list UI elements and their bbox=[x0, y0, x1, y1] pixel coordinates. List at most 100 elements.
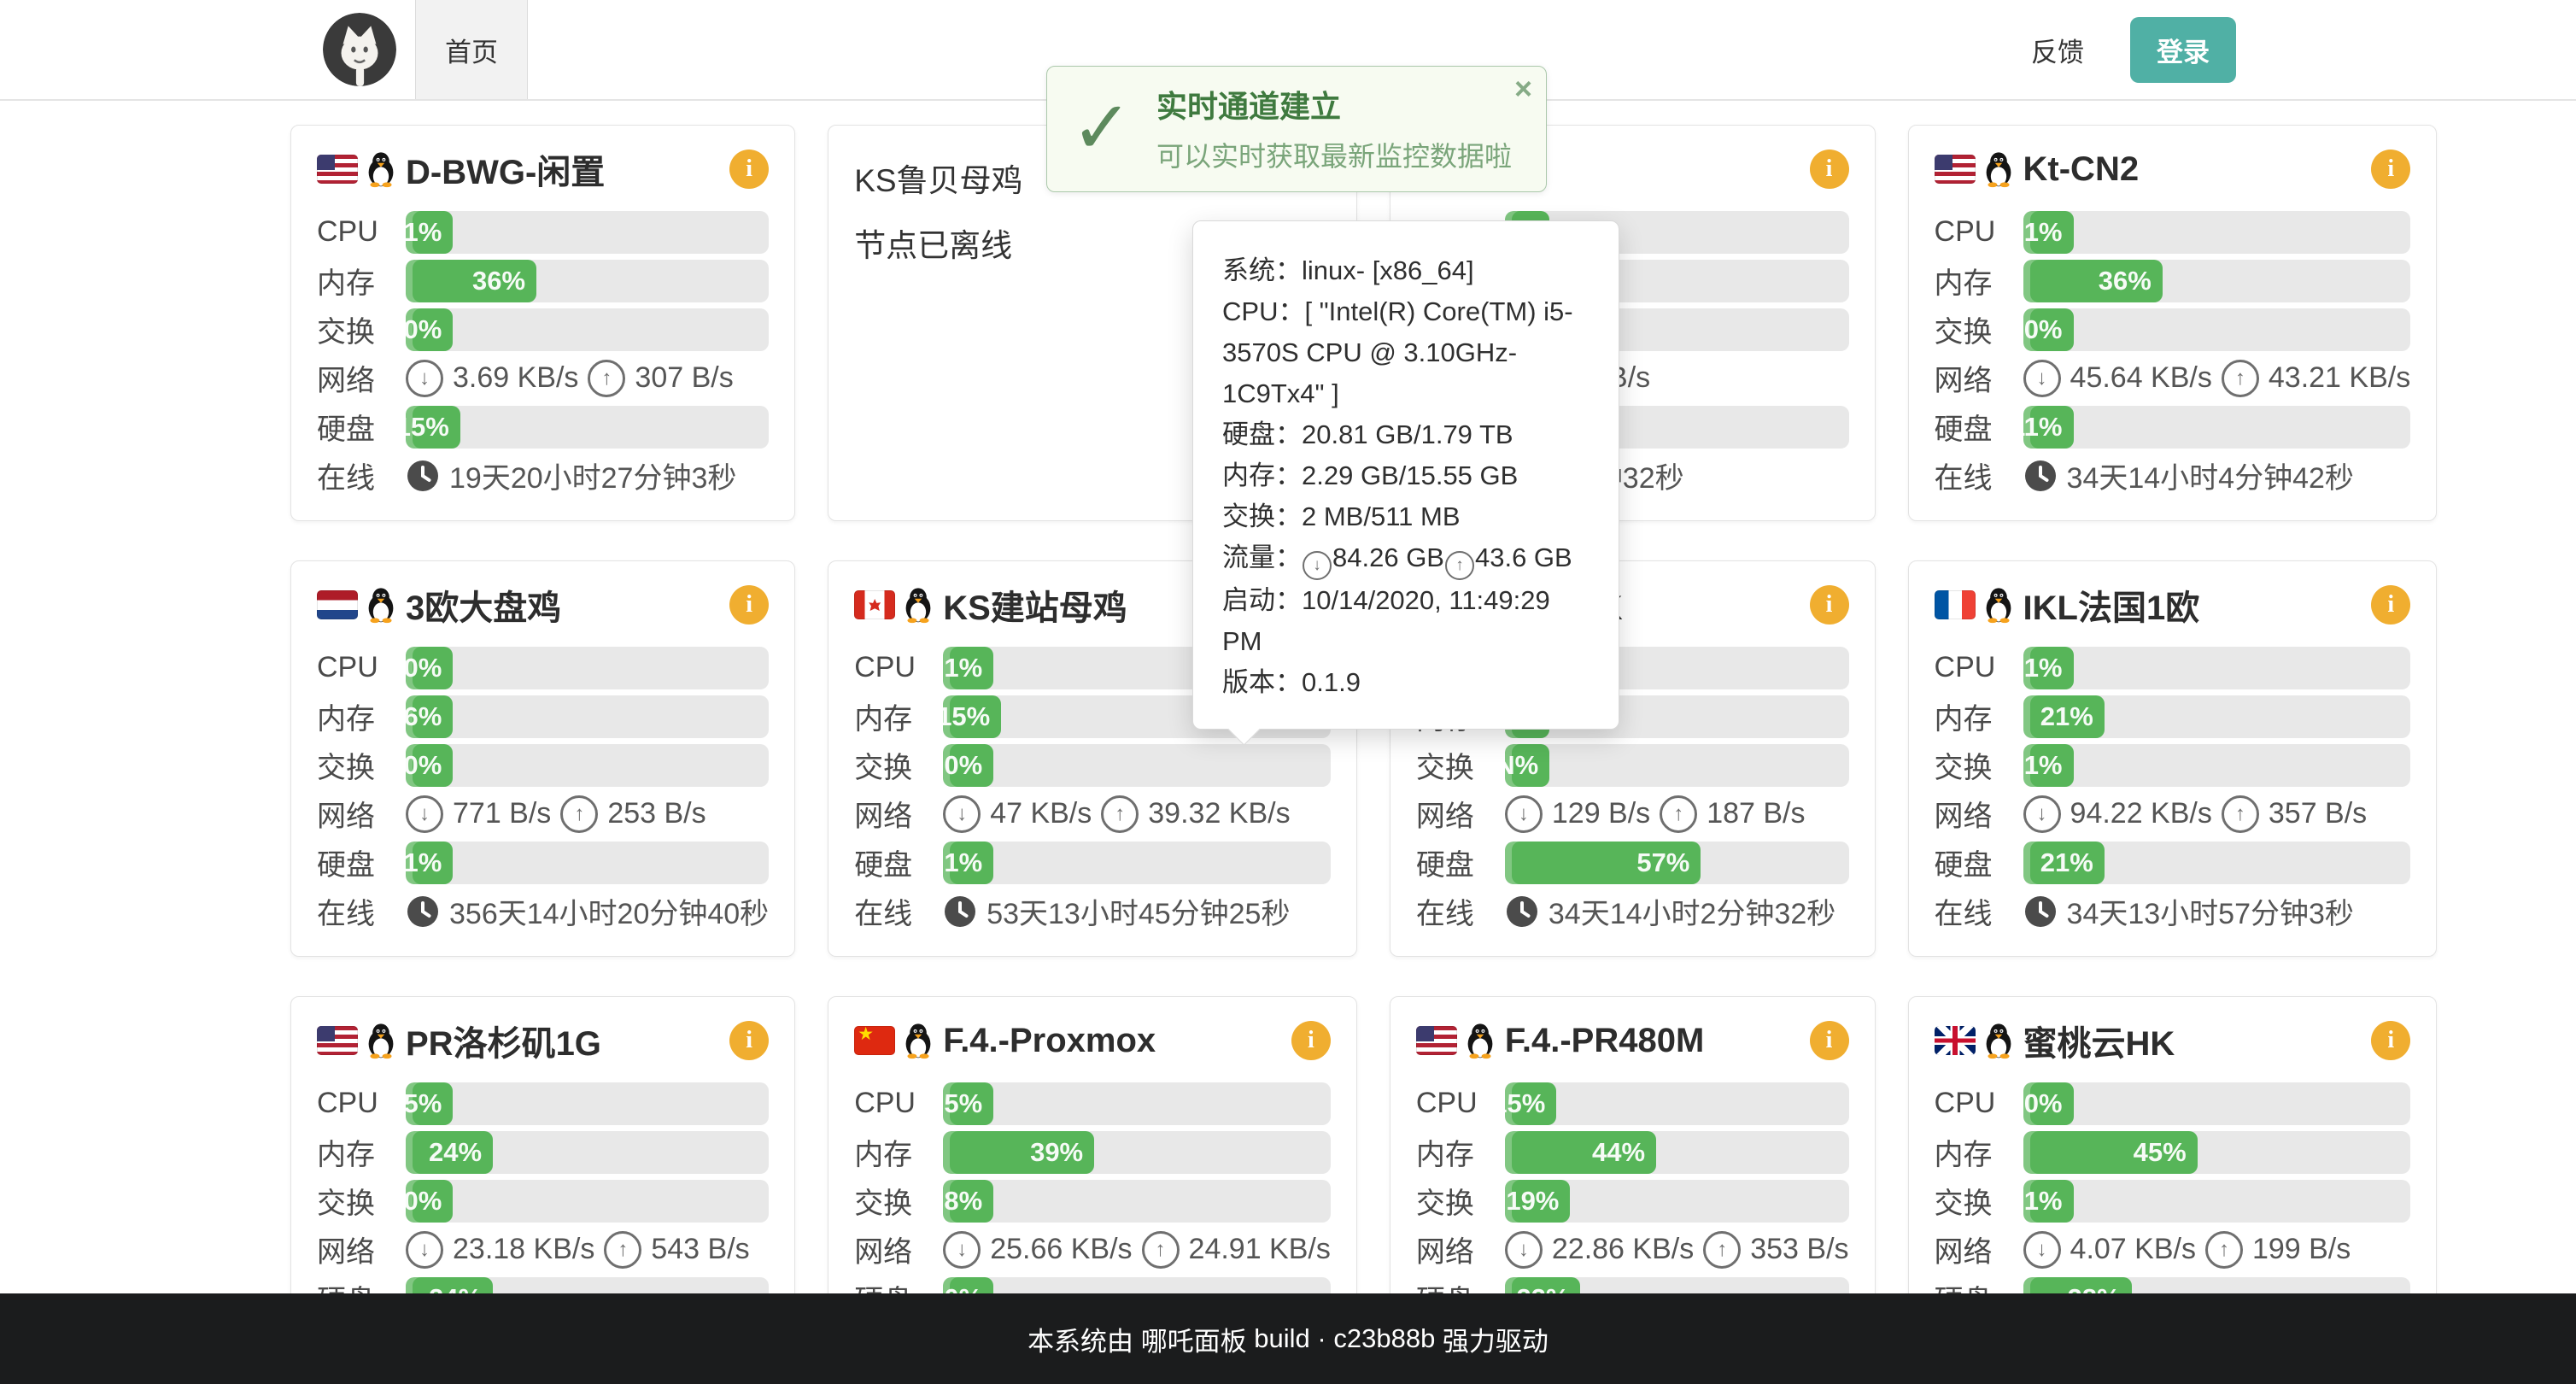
memory-label: 内存 bbox=[854, 695, 943, 737]
disk-progress-bar: 11% bbox=[2023, 406, 2411, 449]
info-icon[interactable]: i bbox=[2371, 1021, 2410, 1060]
close-icon[interactable]: × bbox=[1514, 73, 1532, 104]
info-icon[interactable]: i bbox=[729, 150, 769, 189]
logo-avatar[interactable] bbox=[323, 13, 396, 86]
cpu-percent: 1% bbox=[406, 217, 442, 248]
upload-speed: 543 B/s bbox=[651, 1233, 749, 1266]
disk-label: 硬盘 bbox=[854, 842, 943, 883]
network-row: 网络 ↓ 771 B/s ↑ 253 B/s bbox=[317, 789, 769, 838]
network-label: 网络 bbox=[317, 1229, 406, 1270]
country-flag-icon bbox=[1935, 155, 1976, 184]
disk-percent: 21% bbox=[2040, 847, 2093, 878]
disk-percent: 57% bbox=[1636, 847, 1689, 878]
cpu-label: CPU bbox=[317, 1087, 406, 1120]
cpu-label: CPU bbox=[854, 1087, 943, 1120]
online-row: 在线 34天14小时4分钟42秒 bbox=[1935, 451, 2411, 500]
server-name: 3欧大盘鸡 bbox=[406, 580, 729, 630]
login-button[interactable]: 登录 bbox=[2130, 17, 2236, 83]
memory-row: 内存 24% bbox=[317, 1128, 769, 1176]
network-label: 网络 bbox=[854, 793, 943, 835]
tab-home[interactable]: 首页 bbox=[415, 0, 528, 99]
cpu-percent: 5% bbox=[944, 1088, 982, 1119]
country-flag-icon bbox=[317, 590, 358, 619]
upload-arrow-icon: ↑ bbox=[1445, 551, 1474, 580]
cpu-percent: 1% bbox=[2024, 217, 2063, 248]
download-arrow-icon: ↓ bbox=[943, 1231, 981, 1269]
memory-label: 内存 bbox=[1935, 260, 2023, 302]
info-icon[interactable]: i bbox=[1291, 1021, 1331, 1060]
memory-label: 内存 bbox=[1416, 1131, 1505, 1173]
cpu-row: CPU 5% bbox=[854, 1079, 1331, 1128]
memory-label: 内存 bbox=[854, 1131, 943, 1173]
swap-progress-bar: 0% bbox=[406, 308, 769, 351]
cpu-row: CPU 5% bbox=[317, 1079, 769, 1128]
clock-icon bbox=[2023, 459, 2058, 493]
memory-label: 内存 bbox=[317, 695, 406, 737]
disk-row: 硬盘 11% bbox=[1935, 402, 2411, 451]
cpu-label: CPU bbox=[1416, 1087, 1505, 1120]
linux-penguin-icon bbox=[1984, 1022, 2013, 1059]
info-icon[interactable]: i bbox=[729, 585, 769, 625]
online-label: 在线 bbox=[317, 890, 406, 932]
disk-label: 硬盘 bbox=[1935, 842, 2023, 883]
upload-speed: 199 B/s bbox=[2252, 1233, 2351, 1266]
online-row: 在线 356天14小时20分钟40秒 bbox=[317, 887, 769, 935]
download-arrow-icon: ↓ bbox=[406, 1231, 443, 1269]
swap-label: 交换 bbox=[1935, 744, 2023, 786]
memory-row: 内存 45% bbox=[1935, 1128, 2411, 1176]
memory-percent: 21% bbox=[2040, 701, 2093, 732]
download-speed: 4.07 KB/s bbox=[2070, 1233, 2196, 1266]
feedback-link[interactable]: 反馈 bbox=[2031, 0, 2084, 99]
info-icon[interactable]: i bbox=[729, 1021, 769, 1060]
tooltip-cpu-row: CPU：[ "Intel(R) Core(TM) i5-3570S CPU @ … bbox=[1222, 291, 1590, 414]
country-flag-icon bbox=[854, 1026, 895, 1055]
avatar-image bbox=[323, 13, 396, 86]
network-row: 网络 ↓ 45.64 KB/s ↑ 43.21 KB/s bbox=[1935, 354, 2411, 402]
download-speed: 45.64 KB/s bbox=[2070, 361, 2212, 395]
cpu-percent: 1% bbox=[2024, 653, 2063, 683]
memory-row: 内存 21% bbox=[1935, 692, 2411, 741]
panel-link[interactable]: 哪吒面板 bbox=[1141, 1320, 1247, 1358]
disk-label: 硬盘 bbox=[317, 842, 406, 883]
cpu-label: CPU bbox=[317, 215, 406, 249]
disk-row: 硬盘 15% bbox=[317, 402, 769, 451]
traffic-down-value: 84.26 GB bbox=[1332, 542, 1444, 572]
memory-value: 2.29 GB/15.55 GB bbox=[1302, 460, 1518, 490]
download-speed: 771 B/s bbox=[453, 797, 551, 830]
download-speed: 3.69 KB/s bbox=[453, 361, 578, 395]
disk-label: 硬盘 bbox=[1416, 842, 1505, 883]
linux-penguin-icon bbox=[366, 150, 395, 188]
info-icon[interactable]: i bbox=[2371, 585, 2410, 625]
clock-icon bbox=[2023, 894, 2058, 929]
upload-speed: 187 B/s bbox=[1707, 797, 1805, 830]
cpu-label: CPU bbox=[1935, 1087, 2023, 1120]
server-card: IKL法国1欧 i CPU 1% 内存 21% 交换 1% 网络 ↓ 94.22 bbox=[1908, 560, 2438, 957]
swap-progress-bar: NaN% bbox=[1505, 744, 1849, 787]
online-row: 在线 34天13小时57分钟3秒 bbox=[1935, 887, 2411, 935]
server-name: F.4.-PR480M bbox=[1505, 1022, 1810, 1060]
memory-progress-bar: 39% bbox=[943, 1131, 1331, 1174]
cpu-progress-bar: 15% bbox=[1505, 1082, 1849, 1125]
upload-speed: 353 B/s bbox=[1750, 1233, 1848, 1266]
online-label: 在线 bbox=[1935, 890, 2023, 932]
uptime-value: 34天13小时57分钟3秒 bbox=[2067, 890, 2354, 932]
network-row: 网络 ↓ 47 KB/s ↑ 39.32 KB/s bbox=[854, 789, 1331, 838]
download-speed: 94.22 KB/s bbox=[2070, 797, 2212, 830]
linux-penguin-icon bbox=[1984, 150, 2013, 188]
linux-penguin-icon bbox=[1466, 1022, 1495, 1059]
memory-progress-bar: 21% bbox=[2023, 695, 2411, 738]
swap-percent: 0% bbox=[406, 750, 442, 781]
info-icon[interactable]: i bbox=[2371, 150, 2410, 189]
memory-progress-bar: 44% bbox=[1505, 1131, 1849, 1174]
build-link[interactable]: c23b88b bbox=[1333, 1323, 1435, 1354]
info-icon[interactable]: i bbox=[1810, 1021, 1849, 1060]
disk-label: 硬盘 bbox=[1935, 406, 2023, 448]
download-arrow-icon: ↓ bbox=[406, 795, 443, 833]
info-icon[interactable]: i bbox=[1810, 150, 1849, 189]
network-label: 网络 bbox=[317, 357, 406, 399]
info-icon[interactable]: i bbox=[1810, 585, 1849, 625]
memory-progress-bar: 45% bbox=[2023, 1131, 2411, 1174]
disk-progress-bar: 57% bbox=[1505, 842, 1849, 884]
swap-progress-bar: 8% bbox=[943, 1180, 1331, 1223]
linux-penguin-icon bbox=[904, 1022, 933, 1059]
